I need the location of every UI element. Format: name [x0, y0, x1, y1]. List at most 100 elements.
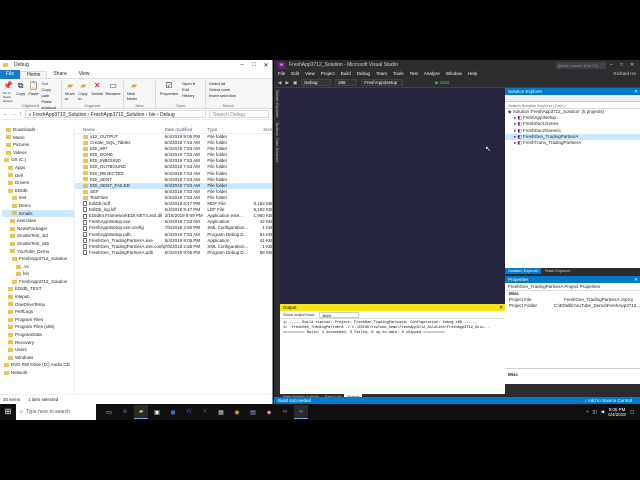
sql-server-icon[interactable]: ◆ [262, 405, 276, 419]
chrome-icon[interactable]: ◉ [230, 405, 244, 419]
tab-share[interactable]: Share [47, 71, 72, 77]
tab-view[interactable]: View [73, 71, 96, 77]
user-account[interactable]: Richard Ho [613, 70, 636, 78]
configuration-select[interactable]: Debug [301, 79, 332, 86]
nav-item[interactable]: OneDriveTemp [2, 301, 74, 309]
notepad-icon[interactable]: ▤ [246, 405, 260, 419]
copy-button[interactable]: ⧉ Copy [16, 81, 25, 101]
nav-item[interactable]: EDIdb [2, 187, 74, 195]
startup-project-select[interactable]: FreshApp3setup [361, 79, 404, 86]
minimize-icon[interactable]: – [610, 62, 620, 68]
tab-file[interactable]: File [0, 69, 21, 79]
quick-launch-input[interactable]: Quick Launch (Ctrl+Q) [556, 61, 606, 69]
properties-button[interactable]: ☑ Properties [159, 81, 179, 101]
maximize-icon[interactable]: □ [248, 62, 260, 69]
menu-item[interactable]: View [305, 70, 315, 78]
forward-arrow-icon[interactable]: → [11, 111, 16, 117]
nav-item[interactable]: DVD RW Drive (D:) Audio CD [2, 361, 74, 369]
column-size[interactable]: Size [252, 126, 272, 133]
nav-item[interactable]: PerfLogs [2, 308, 74, 316]
table-row[interactable]: FreshGen_TradingPartnerA.pdb 6/4/2019 9:0… [75, 250, 272, 256]
nav-item[interactable]: Windows [2, 354, 74, 362]
output-source-select[interactable]: Build [319, 312, 360, 318]
menu-item[interactable]: File [278, 70, 285, 78]
close-icon[interactable]: ✕ [634, 88, 638, 95]
back-arrow-icon[interactable]: ← [3, 111, 8, 117]
calculator-icon[interactable]: ▦ [214, 405, 228, 419]
property-row[interactable]: Project Folder C:\EDIdb\YouTube_Demo\Fres… [505, 303, 640, 309]
search-input[interactable]: Search Debug [209, 110, 269, 118]
clock[interactable]: 9:05 PM 6/4/2019 [608, 407, 626, 417]
address-bar[interactable]: « FreshApp3712_Solution › FreshApp3712_S… [24, 110, 206, 118]
output-text[interactable]: 1>------ Build started: Project: FreshGe… [280, 319, 505, 338]
menu-item[interactable]: Build [341, 70, 351, 78]
close-icon[interactable]: ✕ [630, 62, 640, 68]
nav-item[interactable]: Pictures [2, 141, 74, 149]
delete-button[interactable]: ✕ Delete [91, 81, 103, 101]
nav-item[interactable]: ProgramData [2, 331, 74, 339]
save-icon[interactable]: ▣ [293, 80, 297, 86]
nav-item[interactable]: intepub [2, 293, 74, 301]
menu-item[interactable]: Team [376, 70, 387, 78]
excel-icon[interactable]: X [198, 405, 212, 419]
nav-item[interactable]: OS (C:) [2, 156, 74, 164]
nav-item[interactable]: NewsPackager [2, 225, 74, 233]
paste-button[interactable]: 📋 Paste [28, 81, 38, 101]
menu-item[interactable]: Debug [357, 70, 370, 78]
solution-search-input[interactable]: Search Solution Explorer (Ctrl+;) [505, 102, 640, 109]
volume-icon[interactable]: ◀ [601, 409, 604, 415]
nav-item[interactable]: SmokeTest_old [2, 232, 74, 240]
network-icon[interactable]: ◫ [592, 409, 596, 415]
nav-item[interactable]: YouTube_Demo [2, 248, 74, 256]
add-source-control-button[interactable]: ↑ Add to Source Control [584, 397, 632, 404]
nav-item[interactable]: test [2, 194, 74, 202]
word-icon[interactable]: W [182, 405, 196, 419]
menu-item[interactable]: Tools [393, 70, 404, 78]
visual-studio-icon[interactable]: ∞ [278, 405, 292, 419]
move-to-button[interactable]: ▰ Move to [65, 81, 75, 101]
minimize-icon[interactable]: – [236, 62, 248, 69]
menu-item[interactable]: Edit [291, 70, 299, 78]
nav-item[interactable]: Dell [2, 172, 74, 180]
nav-item[interactable]: Emails [2, 209, 74, 218]
maximize-icon[interactable]: □ [620, 62, 630, 68]
invert-selection-button[interactable]: Invert selection [209, 93, 236, 99]
nav-item[interactable]: Downloads [2, 126, 74, 134]
nav-item[interactable]: EDIdb_TEST [2, 285, 74, 293]
history-button[interactable]: History [182, 93, 195, 99]
windows-start-icon[interactable]: ⊞ [0, 404, 16, 420]
pin-quick-access-button[interactable]: 📌 Pin to Quick access [3, 81, 13, 103]
nav-item[interactable]: Program Files [2, 316, 74, 324]
nav-item[interactable]: Apps [2, 164, 74, 172]
tab-team-explorer[interactable]: Team Explorer [541, 268, 573, 274]
tab-solution-explorer[interactable]: Solution Explorer [505, 268, 542, 274]
nav-item[interactable]: .vs [2, 263, 74, 271]
close-icon[interactable]: ✕ [499, 304, 503, 311]
taskbar-search-input[interactable]: ⌕ Type here to search [16, 404, 96, 420]
notifications-icon[interactable]: ▢ [630, 409, 634, 415]
nav-item[interactable]: Drivers [2, 179, 74, 187]
up-arrow-icon[interactable]: ↑ [19, 111, 22, 117]
rename-button[interactable]: ▭ Rename [105, 81, 120, 101]
platform-select[interactable]: x86 [335, 79, 358, 86]
close-icon[interactable]: ✕ [634, 276, 638, 283]
forward-arrow-icon[interactable]: ▶ [285, 80, 288, 86]
column-date[interactable]: Date modified [165, 126, 208, 133]
menu-item[interactable]: Project [321, 70, 335, 78]
outlook-icon[interactable]: ◼ [166, 405, 180, 419]
edge-icon[interactable]: e [118, 405, 132, 419]
back-arrow-icon[interactable]: ◀ [278, 80, 281, 86]
menu-item[interactable]: Analyze [424, 70, 440, 78]
chevron-up-icon[interactable]: ^ [586, 410, 588, 415]
nav-item[interactable]: Demo [2, 202, 74, 210]
nav-item[interactable]: SmokeTest_x86 [2, 240, 74, 248]
file-explorer-icon[interactable]: ▰ [134, 405, 148, 419]
copy-path-button[interactable]: Copy path [42, 87, 58, 99]
menu-item[interactable]: Test [410, 70, 418, 78]
task-view-icon[interactable]: ▭ [102, 405, 116, 419]
nav-item[interactable]: FreshApp3712_Solution [2, 278, 74, 286]
start-debug-button[interactable]: ▶ Start [435, 80, 449, 86]
nav-item[interactable]: Users [2, 346, 74, 354]
nav-item[interactable]: Recovery [2, 339, 74, 347]
visual-studio-running-icon[interactable]: ∞ [294, 405, 308, 419]
